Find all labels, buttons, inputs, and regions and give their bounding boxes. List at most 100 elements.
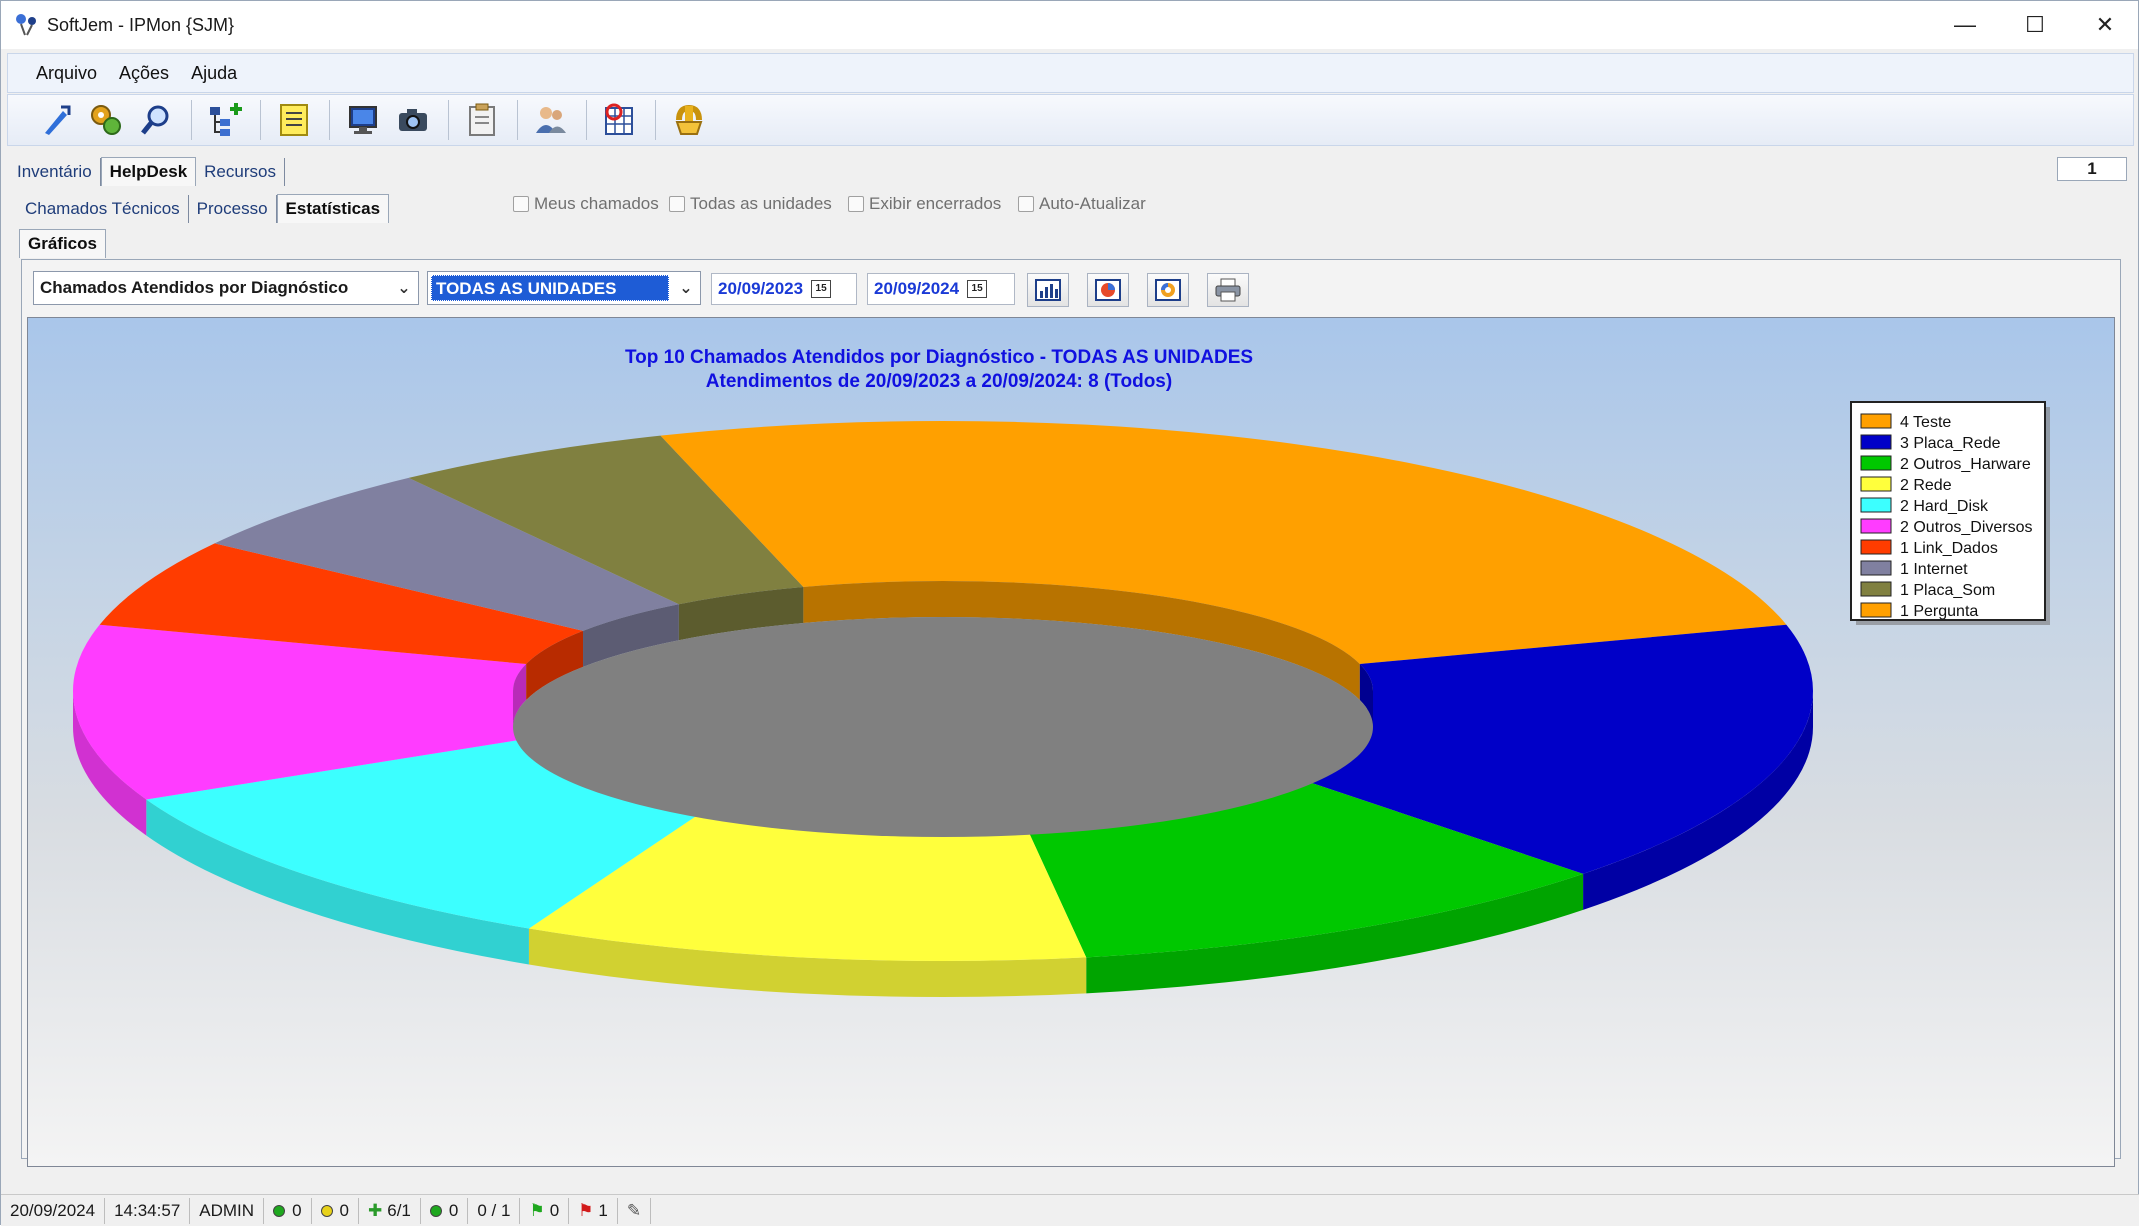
plus-count-value: 6/1 — [387, 1200, 411, 1220]
monitor-icon[interactable] — [339, 98, 387, 142]
checkbox-label: Auto-Atualizar — [1039, 194, 1146, 213]
exibir-encerrados-checkbox[interactable]: Exibir encerrados — [848, 194, 1001, 214]
chart-title: Top 10 Chamados Atendidos por Diagnóstic… — [625, 347, 1253, 368]
print-button[interactable] — [1207, 273, 1249, 307]
chevron-down-icon[interactable]: ⌄ — [672, 278, 700, 298]
date-to-field[interactable]: 20/09/2024 15 — [867, 273, 1015, 305]
tab-helpdesk[interactable]: HelpDesk — [100, 157, 197, 186]
menu-arquivo[interactable]: Arquivo — [36, 63, 97, 84]
doughnut-chart-button[interactable] — [1147, 273, 1189, 307]
tab-graficos[interactable]: Gráficos — [19, 229, 106, 258]
legend-item-label: 4 Teste — [1900, 414, 1951, 431]
minimize-button[interactable]: — — [1930, 1, 2000, 49]
toolbar-separator — [329, 100, 330, 140]
maximize-button[interactable]: ☐ — [2000, 1, 2070, 49]
legend-item-label: 2 Outros_Harware — [1900, 456, 2031, 473]
checkbox-box[interactable] — [848, 196, 864, 212]
bar-chart-icon — [1035, 279, 1061, 301]
notes-icon[interactable] — [270, 98, 318, 142]
toolbar-separator — [517, 100, 518, 140]
toolbar-separator — [655, 100, 656, 140]
network-app-icon — [16, 14, 36, 36]
menu-acoes[interactable]: Ações — [119, 63, 169, 84]
status-bar: 20/09/2024 14:34:57 ADMIN 0 0 ✚ 6/1 0 0 /… — [1, 1194, 2139, 1226]
tree-add-icon[interactable] — [201, 98, 249, 142]
tools-icon[interactable] — [82, 98, 130, 142]
search-icon[interactable] — [132, 98, 180, 142]
toolbar-separator — [191, 100, 192, 140]
report-icon[interactable] — [596, 98, 644, 142]
green-flag-value: 0 — [549, 1200, 560, 1220]
exit-icon[interactable] — [665, 98, 713, 142]
tab-chamados-tecnicos[interactable]: Chamados Técnicos — [17, 195, 189, 223]
date-from-field[interactable]: 20/09/2023 15 — [711, 273, 857, 305]
legend-item-label: 1 Internet — [1900, 561, 1968, 578]
legend-swatch — [1860, 518, 1892, 534]
unit-value: TODAS AS UNIDADES — [431, 275, 669, 301]
meus-chamados-checkbox[interactable]: Meus chamados — [513, 194, 659, 214]
todas-unidades-checkbox[interactable]: Todas as unidades — [669, 194, 832, 214]
legend-swatch — [1860, 413, 1892, 429]
legend-item-label: 3 Placa_Rede — [1900, 435, 2001, 452]
legend-item-label: 1 Pergunta — [1900, 603, 1978, 620]
users-icon[interactable] — [527, 98, 575, 142]
connect-icon[interactable] — [32, 98, 80, 142]
auto-atualizar-checkbox[interactable]: Auto-Atualizar — [1018, 194, 1146, 214]
calendar-icon[interactable]: 15 — [811, 280, 832, 298]
clipboard-icon[interactable] — [458, 98, 506, 142]
legend-swatch — [1860, 497, 1892, 513]
toolbar — [7, 94, 2134, 146]
tab-inventario[interactable]: Inventário — [9, 158, 101, 186]
tab-recursos[interactable]: Recursos — [196, 158, 285, 186]
legend-swatch — [1860, 560, 1892, 576]
bar-chart-button[interactable] — [1027, 273, 1069, 307]
green-dot-icon — [273, 1204, 286, 1217]
yellow-dot-icon — [320, 1204, 333, 1217]
app-window: SoftJem - IPMon {SJM} — ☐ ✕ Arquivo Açõe… — [0, 0, 2139, 1226]
status-green-count-2: 0 — [421, 1197, 469, 1224]
checkbox-box[interactable] — [513, 196, 529, 212]
toolbar-separator — [586, 100, 587, 140]
status-red-flag: ⚑ 1 — [569, 1197, 618, 1224]
add-user-icon: ✚ — [368, 1200, 383, 1220]
doughnut-chart-icon — [1155, 279, 1181, 301]
status-date: 20/09/2024 — [1, 1197, 106, 1224]
red-flag-value: 1 — [598, 1200, 608, 1220]
legend-swatch — [1860, 455, 1892, 471]
green-count-value: 0 — [292, 1200, 302, 1220]
camera-icon[interactable] — [389, 98, 437, 142]
chart-canvas: Top 10 Chamados Atendidos por Diagnóstic… — [72, 347, 2050, 998]
printer-icon — [1215, 278, 1241, 302]
close-button[interactable]: ✕ — [2070, 1, 2139, 49]
report-type-value: Chamados Atendidos por Diagnóstico — [40, 278, 349, 297]
edit-icon[interactable]: ✎ — [627, 1201, 641, 1221]
status-green-flag: ⚑ 0 — [520, 1197, 570, 1224]
checkbox-box[interactable] — [1018, 196, 1034, 212]
legend-item-label: 2 Rede — [1900, 477, 1952, 494]
graficos-tabs: Gráficos — [19, 228, 106, 258]
menu-ajuda[interactable]: Ajuda — [191, 63, 237, 84]
unit-select[interactable]: TODAS AS UNIDADES ⌄ — [427, 271, 701, 305]
window-title: SoftJem - IPMon {SJM} — [47, 14, 235, 35]
tab-estatisticas[interactable]: Estatísticas — [276, 194, 390, 223]
chevron-down-icon[interactable]: ⌄ — [390, 278, 418, 298]
toolbar-separator — [448, 100, 449, 140]
status-green-count: 0 — [264, 1197, 312, 1224]
status-plus-count: ✚ 6/1 — [359, 1197, 421, 1224]
report-type-select[interactable]: Chamados Atendidos por Diagnóstico ⌄ — [33, 271, 419, 305]
pie-group — [72, 421, 1813, 998]
legend-item-label: 1 Placa_Som — [1900, 582, 1995, 599]
calendar-icon[interactable]: 15 — [967, 280, 988, 298]
yellow-count-value: 0 — [339, 1200, 349, 1220]
legend-swatch — [1860, 539, 1892, 555]
tab-processo[interactable]: Processo — [189, 195, 277, 223]
legend-item-label: 2 Outros_Diversos — [1900, 519, 2033, 536]
legend-item-label: 2 Hard_Disk — [1900, 498, 1989, 515]
checkbox-box[interactable] — [669, 196, 685, 212]
pie-chart-icon — [1095, 279, 1121, 301]
legend-swatch — [1860, 602, 1892, 618]
status-edit[interactable]: ✎ — [618, 1197, 652, 1224]
counter-field: 1 — [2057, 157, 2127, 181]
pie-chart-button[interactable] — [1087, 273, 1129, 307]
status-user: ADMIN — [190, 1197, 265, 1224]
